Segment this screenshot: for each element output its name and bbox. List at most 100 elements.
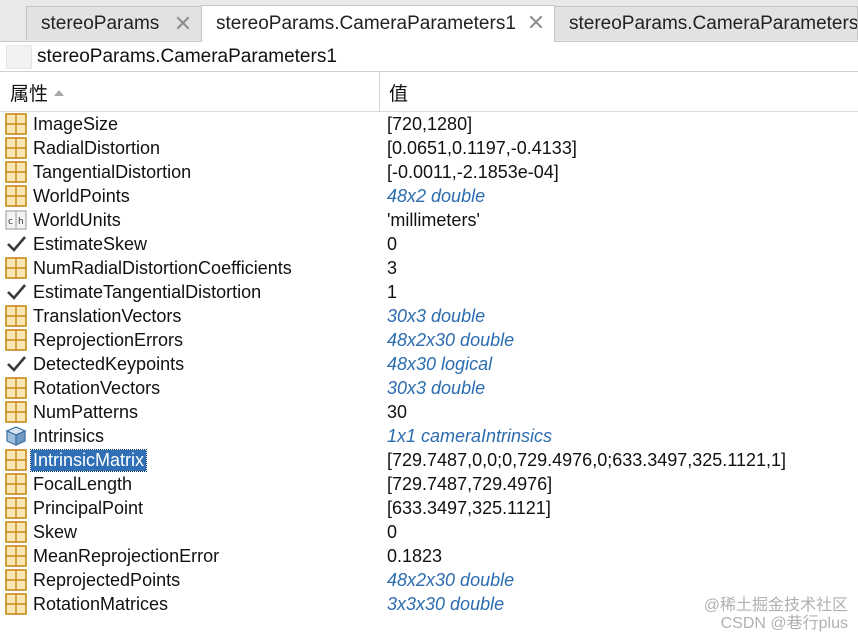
property-name: DetectedKeypoints — [33, 353, 185, 374]
table-row-num-radial-distortion-coefficients[interactable]: NumRadialDistortionCoefficients 3 — [0, 256, 858, 280]
table-row-skew[interactable]: Skew 0 — [0, 520, 858, 544]
value-cell: 0.1823 — [387, 545, 443, 566]
tab-label: stereoParams — [41, 12, 160, 34]
object-icon — [5, 425, 27, 447]
table-row-tangential-distortion[interactable]: TangentialDistortion [-0.0011,-2.1853e-04… — [0, 160, 858, 184]
matrix-icon — [5, 497, 27, 519]
property-cell[interactable]: c h WorldUnits — [5, 208, 123, 232]
value-cell: 30 — [387, 401, 408, 422]
property-name: Skew — [33, 521, 78, 542]
property-name: WorldUnits — [33, 209, 121, 230]
property-cell[interactable]: RotationVectors — [5, 376, 162, 400]
property-cell[interactable]: ReprojectionErrors — [5, 328, 185, 352]
sort-ascending-icon — [54, 90, 65, 96]
table-row-estimate-skew[interactable]: EstimateSkew 0 — [0, 232, 858, 256]
value-cell: 0 — [387, 233, 398, 254]
logical-icon — [5, 353, 27, 375]
property-cell[interactable]: TangentialDistortion — [5, 160, 193, 184]
value-link[interactable]: 3x3x30 double — [387, 592, 504, 616]
value-link[interactable]: 48x30 logical — [387, 352, 492, 376]
tab-camera-parameters-1[interactable]: stereoParams.CameraParameters1 — [201, 5, 555, 42]
property-cell[interactable]: Skew — [5, 520, 79, 544]
property-cell[interactable]: RotationMatrices — [5, 592, 170, 616]
property-cell[interactable]: TranslationVectors — [5, 304, 183, 328]
value-link[interactable]: 48x2x30 double — [387, 328, 514, 352]
property-name: PrincipalPoint — [33, 497, 144, 518]
tab-bar: stereoParams stereoParams.CameraParamete… — [0, 0, 858, 42]
watermark: @稀土掘金技术社区 CSDN @巷行plus — [704, 597, 848, 633]
table-row-num-patterns[interactable]: NumPatterns 30 — [0, 400, 858, 424]
value-link[interactable]: 30x3 double — [387, 304, 485, 328]
property-cell[interactable]: ReprojectedPoints — [5, 568, 182, 592]
property-cell[interactable]: IntrinsicMatrix — [5, 448, 148, 472]
table-row-estimate-tangential-distortion[interactable]: EstimateTangentialDistortion 1 — [0, 280, 858, 304]
matrix-icon — [5, 521, 27, 543]
table-row-radial-distortion[interactable]: RadialDistortion [0.0651,0.1197,-0.4133] — [0, 136, 858, 160]
property-name: Intrinsics — [33, 425, 105, 446]
property-cell[interactable]: EstimateSkew — [5, 232, 149, 256]
property-name: NumPatterns — [33, 401, 139, 422]
matrix-icon — [5, 137, 27, 159]
table-row-mean-reprojection-error[interactable]: MeanReprojectionError 0.1823 — [0, 544, 858, 568]
table-row-principal-point[interactable]: PrincipalPoint [633.3497,325.1121] — [0, 496, 858, 520]
table-row-reprojected-points[interactable]: ReprojectedPoints 48x2x30 double — [0, 568, 858, 592]
property-cell[interactable]: WorldPoints — [5, 184, 132, 208]
property-cell[interactable]: MeanReprojectionError — [5, 544, 221, 568]
property-name: TranslationVectors — [33, 305, 182, 326]
table-row-translation-vectors[interactable]: TranslationVectors 30x3 double — [0, 304, 858, 328]
close-icon[interactable] — [175, 15, 191, 31]
value-cell: [0.0651,0.1197,-0.4133] — [387, 137, 577, 158]
property-cell[interactable]: NumPatterns — [5, 400, 140, 424]
value-link[interactable]: 30x3 double — [387, 376, 485, 400]
breadcrumb: stereoParams.CameraParameters1 — [0, 42, 858, 72]
property-name: ReprojectedPoints — [33, 569, 181, 590]
table-row-focal-length[interactable]: FocalLength [729.7487,729.4976] — [0, 472, 858, 496]
matrix-icon — [5, 401, 27, 423]
tab-camera-parameters-2[interactable]: stereoParams.CameraParameters2 — [554, 6, 858, 40]
svg-text:c: c — [8, 217, 13, 227]
matrix-icon — [5, 449, 27, 471]
tab-label: stereoParams.CameraParameters2 — [569, 12, 858, 34]
property-column-label: 属性 — [10, 83, 49, 105]
property-column-header[interactable]: 属性 — [0, 72, 380, 112]
property-name: ImageSize — [33, 113, 119, 134]
table-row-intrinsic-matrix[interactable]: IntrinsicMatrix [729.7487,0,0;0,729.4976,… — [0, 448, 858, 472]
property-name: RotationVectors — [33, 377, 161, 398]
matrix-icon — [5, 113, 27, 135]
value-cell: [729.7487,729.4976] — [387, 473, 553, 494]
value-link[interactable]: 48x2 double — [387, 184, 485, 208]
matrix-icon — [5, 473, 27, 495]
value-link[interactable]: 48x2x30 double — [387, 568, 514, 592]
property-cell[interactable]: RadialDistortion — [5, 136, 162, 160]
value-cell: 1 — [387, 281, 398, 302]
tab-label: stereoParams.CameraParameters1 — [216, 13, 516, 34]
matrix-icon — [5, 377, 27, 399]
property-cell[interactable]: ImageSize — [5, 112, 120, 136]
svg-text:h: h — [18, 217, 24, 227]
tab-stereoParams[interactable]: stereoParams — [26, 6, 202, 40]
table-row-rotation-vectors[interactable]: RotationVectors 30x3 double — [0, 376, 858, 400]
table-row-world-points[interactable]: WorldPoints 48x2 double — [0, 184, 858, 208]
close-icon[interactable] — [528, 14, 544, 30]
matrix-icon — [5, 257, 27, 279]
value-column-header[interactable]: 值 — [381, 72, 858, 112]
property-name: RotationMatrices — [33, 593, 169, 614]
watermark-line-2: CSDN @巷行plus — [720, 615, 848, 632]
property-cell[interactable]: FocalLength — [5, 472, 134, 496]
matrix-icon — [5, 545, 27, 567]
table-row-intrinsics[interactable]: Intrinsics 1x1 cameraIntrinsics — [0, 424, 858, 448]
table-row-reprojection-errors[interactable]: ReprojectionErrors 48x2x30 double — [0, 328, 858, 352]
table-row-detected-keypoints[interactable]: DetectedKeypoints 48x30 logical — [0, 352, 858, 376]
property-name: TangentialDistortion — [33, 161, 192, 182]
property-cell[interactable]: Intrinsics — [5, 424, 106, 448]
property-cell[interactable]: DetectedKeypoints — [5, 352, 186, 376]
table-row-world-units[interactable]: c h WorldUnits 'millimeters' — [0, 208, 858, 232]
property-cell[interactable]: EstimateTangentialDistortion — [5, 280, 263, 304]
table-row-image-size[interactable]: ImageSize [720,1280] — [0, 112, 858, 136]
value-link[interactable]: 1x1 cameraIntrinsics — [387, 424, 552, 448]
value-cell: [633.3497,325.1121] — [387, 497, 551, 518]
matrix-icon — [5, 329, 27, 351]
property-cell[interactable]: NumRadialDistortionCoefficients — [5, 256, 294, 280]
property-cell[interactable]: PrincipalPoint — [5, 496, 145, 520]
property-name: RadialDistortion — [33, 137, 161, 158]
